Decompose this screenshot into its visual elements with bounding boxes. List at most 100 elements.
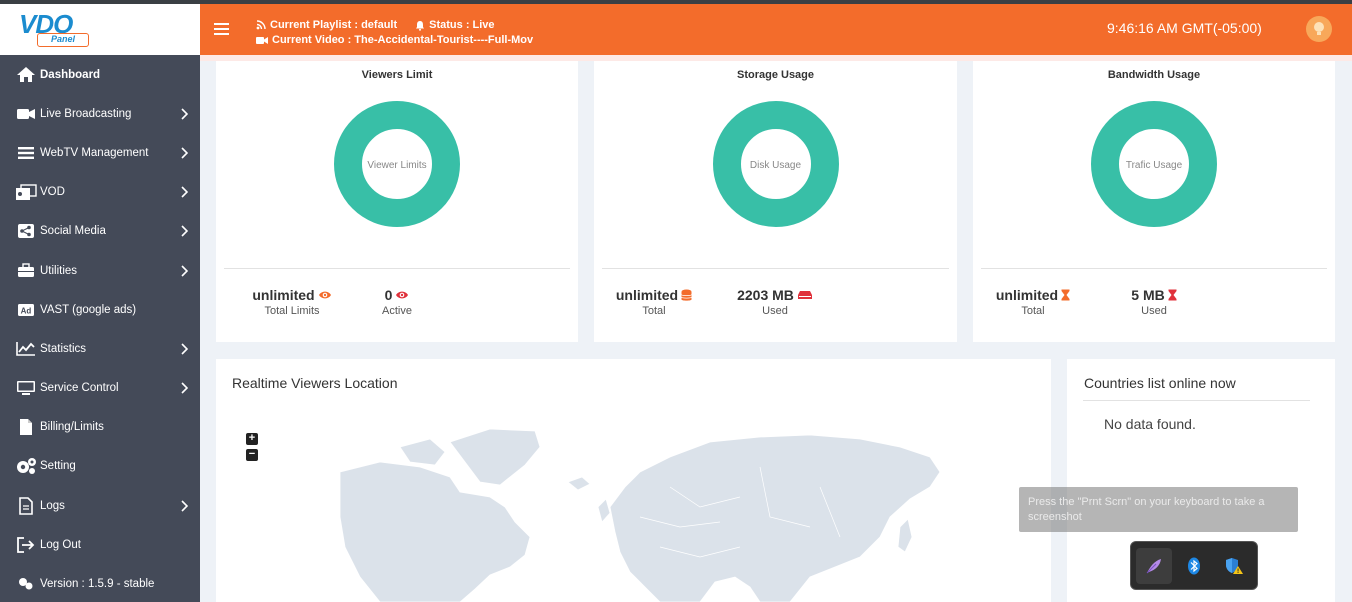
- tag-icon: [15, 575, 37, 593]
- donut-center-label: Viewer Limits: [367, 160, 427, 171]
- video-camera-icon: [15, 105, 37, 123]
- card-title: Viewers Limit: [361, 69, 433, 81]
- bell-icon: [416, 20, 425, 31]
- hamburger-menu-icon[interactable]: [214, 23, 229, 35]
- stat-value: unlimited: [252, 287, 315, 303]
- system-tray-popup: [1130, 541, 1258, 590]
- rss-icon: [256, 20, 266, 30]
- world-map[interactable]: [340, 427, 940, 602]
- chevron-right-icon: [181, 343, 188, 355]
- map-region-greenland: [449, 428, 541, 486]
- map-region-iceland: [567, 476, 591, 491]
- stat-label: Total: [1021, 305, 1045, 317]
- sidebar-item-version: Version : 1.5.9 - stable: [0, 564, 200, 602]
- stat-label: Active: [382, 305, 412, 317]
- sidebar-item-billing-limits[interactable]: Billing/Limits: [0, 408, 200, 447]
- sidebar-item-vod[interactable]: VOD: [0, 173, 200, 212]
- sidebar-item-label: Logs: [40, 499, 65, 512]
- lightbulb-icon[interactable]: [1306, 16, 1332, 42]
- sidebar-item-vast[interactable]: Ad VAST (google ads): [0, 290, 200, 329]
- tray-bluetooth-icon[interactable]: [1176, 548, 1212, 584]
- eye-icon: [318, 291, 331, 299]
- bandwidth-usage-card: Bandwidth Usage Trafic Usage unlimited T…: [973, 61, 1335, 342]
- logo-sub: Panel: [37, 32, 89, 47]
- stat-label: Total Limits: [264, 305, 320, 317]
- logout-icon: [15, 536, 37, 554]
- stat-value: unlimited: [615, 287, 679, 303]
- vdo-panel-logo[interactable]: VDO Panel: [17, 11, 89, 49]
- stat-label: Used: [1141, 305, 1167, 317]
- chevron-right-icon: [181, 382, 188, 394]
- sidebar-item-dashboard[interactable]: Dashboard: [0, 55, 200, 94]
- donut-center-label: Disk Usage: [749, 160, 802, 171]
- tray-security-warning-icon[interactable]: [1216, 548, 1252, 584]
- stat-value: 2203 MB: [737, 287, 794, 303]
- sidebar-item-label: Service Control: [40, 382, 119, 395]
- sidebar-item-social-media[interactable]: Social Media: [0, 212, 200, 251]
- document-icon: [15, 418, 37, 436]
- header-status-line: Current Playlist : default Status : Live: [256, 19, 495, 31]
- sidebar-item-live-broadcasting[interactable]: Live Broadcasting: [0, 94, 200, 133]
- sidebar-item-label: Billing/Limits: [40, 421, 104, 434]
- total-bandwidth-stat: unlimited Total: [975, 287, 1091, 317]
- total-storage-stat: unlimited Total: [594, 287, 714, 317]
- sidebar-item-service-control[interactable]: Service Control: [0, 369, 200, 408]
- live-status: Status : Live: [429, 19, 495, 31]
- total-limits-stat: unlimited Total Limits: [232, 287, 352, 317]
- countries-divider: [1083, 400, 1310, 401]
- hourglass-icon: [1168, 289, 1177, 301]
- chart-icon: [15, 340, 37, 358]
- sidebar-item-label: Social Media: [40, 225, 106, 238]
- chevron-right-icon: [181, 264, 188, 277]
- stat-value: 5 MB: [1131, 287, 1165, 303]
- share-icon: [15, 222, 37, 240]
- film-icon: [15, 183, 37, 201]
- sidebar-item-label: Setting: [40, 460, 76, 473]
- map-zoom-in-button[interactable]: +: [246, 433, 258, 445]
- sidebar-item-setting[interactable]: Setting: [0, 447, 200, 486]
- card-divider: [224, 268, 570, 269]
- screenshot-hint-tooltip: Press the "Prnt Scrn" on your keyboard t…: [1019, 487, 1298, 532]
- used-storage-stat: 2203 MB Used: [725, 287, 825, 317]
- stat-label: Used: [762, 305, 788, 317]
- chevron-right-icon: [181, 186, 188, 198]
- chevron-right-icon: [181, 108, 188, 120]
- sidebar-item-statistics[interactable]: Statistics: [0, 329, 200, 368]
- file-icon: [15, 496, 37, 515]
- map-panel-title: Realtime Viewers Location: [232, 375, 398, 391]
- active-viewers-stat: 0 Active: [357, 287, 437, 317]
- sidebar-item-webtv-management[interactable]: WebTV Management: [0, 133, 200, 172]
- top-header: Current Playlist : default Status : Live…: [200, 4, 1352, 55]
- card-title: Bandwidth Usage: [1107, 69, 1201, 81]
- ad-icon: Ad: [15, 301, 37, 319]
- viewers-limit-card: Viewers Limit Viewer Limits unlimited To…: [216, 61, 578, 342]
- video-icon: [256, 36, 268, 44]
- current-playlist: Current Playlist : default: [270, 19, 398, 31]
- sidebar-item-label: VOD: [40, 186, 65, 199]
- sidebar-item-label: Statistics: [40, 342, 87, 355]
- tray-feather-app-icon[interactable]: [1136, 548, 1172, 584]
- stat-value: unlimited: [995, 287, 1059, 303]
- countries-panel-title: Countries list online now: [1084, 375, 1236, 391]
- briefcase-icon: [15, 262, 37, 280]
- sidebar-menu: Dashboard Live Broadcasting WebTV Manage…: [0, 55, 200, 602]
- storage-usage-card: Storage Usage Disk Usage unlimited Total…: [594, 61, 957, 342]
- logo-area[interactable]: VDO Panel: [0, 4, 200, 55]
- header-video-line: Current Video : The-Accidental-Tourist--…: [256, 34, 533, 46]
- chevron-right-icon: [181, 147, 188, 159]
- sidebar-item-label: Dashboard: [40, 68, 101, 81]
- sidebar-item-logs[interactable]: Logs: [0, 486, 200, 525]
- sidebar-item-label: Version : 1.5.9 - stable: [40, 578, 155, 591]
- sidebar-item-label: Utilities: [40, 264, 78, 277]
- sidebar-item-label: Log Out: [40, 538, 81, 551]
- sidebar-item-label: Live Broadcasting: [40, 107, 132, 120]
- sidebar-item-utilities[interactable]: Utilities: [0, 251, 200, 290]
- map-region-japan: [897, 518, 913, 553]
- svg-text:Ad: Ad: [21, 306, 32, 315]
- used-bandwidth-stat: 5 MB Used: [1104, 287, 1204, 317]
- map-zoom-out-button[interactable]: −: [246, 449, 258, 461]
- chevron-right-icon: [181, 500, 188, 512]
- stat-label: Total: [642, 305, 666, 317]
- sidebar-item-log-out[interactable]: Log Out: [0, 525, 200, 564]
- map-region-canada-islands: [399, 438, 446, 466]
